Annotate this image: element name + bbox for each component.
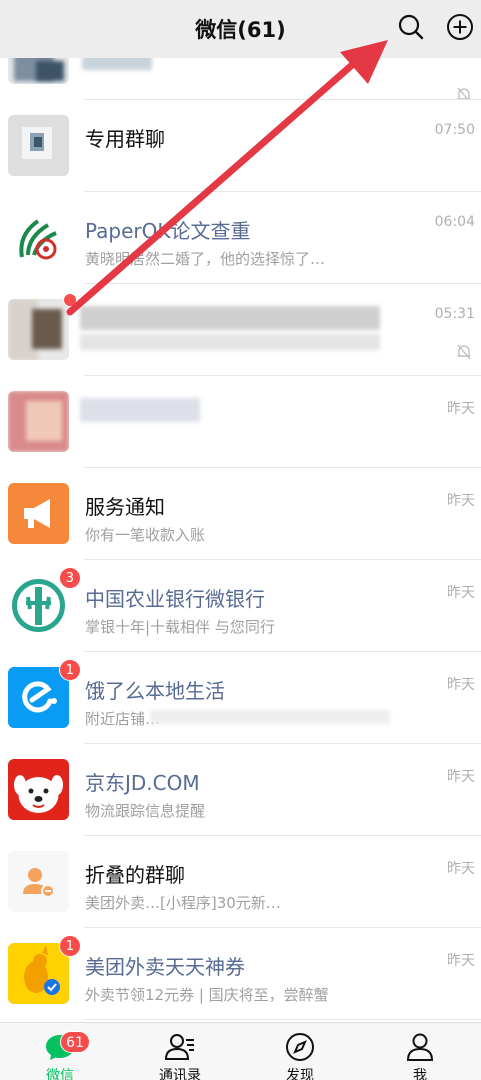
chat-name: 折叠的群聊	[85, 863, 185, 887]
chat-item[interactable]: 05:31	[0, 284, 481, 376]
chat-time: 07:50	[434, 122, 475, 138]
add-button[interactable]	[446, 13, 474, 41]
chat-item[interactable]	[0, 58, 481, 103]
tab-contacts[interactable]: 通讯录	[120, 1023, 240, 1080]
jd-dog-logo	[14, 775, 63, 813]
chat-list[interactable]: 专用群聊 07:50 PaperOK论文查重 黄晓明居然二婚了，他的选择惊了… …	[0, 58, 481, 1022]
chat-item[interactable]: 专用群聊 07:50	[0, 100, 481, 192]
avatar	[8, 58, 69, 84]
chat-preview: 物流跟踪信息提醒	[85, 802, 206, 820]
tab-label: 发现	[286, 1068, 314, 1080]
tab-discover[interactable]: 发现	[240, 1023, 360, 1080]
avatar	[8, 851, 69, 912]
avatar	[8, 207, 69, 268]
megaphone-icon	[24, 499, 50, 528]
chat-item[interactable]: 3 中国农业银行微银行 掌银十年|十载相伴 与您同行 昨天	[0, 560, 481, 652]
tab-label: 通讯录	[159, 1068, 201, 1080]
abc-bank-logo	[12, 579, 65, 632]
chat-preview: 美团外卖…[小程序]30元新…	[85, 894, 281, 912]
chat-name: 中国农业银行微银行	[85, 587, 265, 611]
tab-label: 我	[413, 1068, 427, 1080]
chat-item[interactable]: 折叠的群聊 美团外卖…[小程序]30元新… 昨天	[0, 836, 481, 928]
chat-preview: 外卖节领12元券 | 国庆将至，尝醉蟹	[85, 986, 329, 1004]
chat-item[interactable]: 1 美团外卖天天神券 外卖节领12元券 | 国庆将至，尝醉蟹 昨天	[0, 928, 481, 1020]
chat-name: 专用群聊	[85, 127, 165, 151]
unread-badge: 3	[58, 567, 81, 589]
chat-time: 昨天	[447, 401, 475, 417]
folded-group-icon	[23, 868, 55, 898]
chat-item[interactable]: 1 饿了么本地生活 附近店铺… 昨天	[0, 652, 481, 744]
tab-me[interactable]: 我	[360, 1023, 480, 1080]
paperok-logo	[19, 219, 57, 260]
chat-preview: 黄晓明居然二婚了，他的选择惊了…	[85, 250, 326, 268]
bottom-tab-bar: 61 微信 通讯录 发现 我	[0, 1022, 481, 1080]
chat-time: 昨天	[447, 585, 475, 601]
tab-label: 微信	[46, 1068, 74, 1080]
chat-item[interactable]: 昨天	[0, 376, 481, 468]
avatar	[8, 115, 69, 176]
chat-time: 05:31	[434, 306, 475, 322]
top-bar: 微信(61)	[0, 0, 481, 58]
unread-badge: 1	[58, 659, 81, 681]
chat-name: 京东JD.COM	[85, 771, 200, 795]
avatar: 1	[8, 935, 81, 1004]
eleme-logo	[22, 681, 57, 713]
unread-dot	[63, 293, 77, 307]
chat-item[interactable]: PaperOK论文查重 黄晓明居然二婚了，他的选择惊了… 06:04	[0, 192, 481, 284]
avatar	[8, 483, 69, 544]
avatar	[8, 759, 69, 820]
avatar	[8, 293, 77, 360]
meituan-kangaroo-logo	[24, 945, 60, 995]
compass-icon	[286, 1033, 314, 1061]
chat-name: PaperOK论文查重	[85, 219, 251, 243]
chat-name: 饿了么本地生活	[85, 679, 225, 703]
chat-item[interactable]: 服务通知 你有一笔收款入账 昨天	[0, 468, 481, 560]
chat-time: 昨天	[447, 677, 475, 693]
group-avatar	[8, 115, 69, 176]
search-button[interactable]	[397, 13, 425, 41]
avatar: 1	[8, 659, 81, 728]
mute-bell-icon	[457, 344, 471, 360]
plus-circle-icon	[447, 14, 473, 40]
chat-item[interactable]: 京东JD.COM 物流跟踪信息提醒 昨天	[0, 744, 481, 836]
contacts-icon	[164, 1034, 194, 1060]
search-icon	[398, 14, 424, 40]
chat-name: 美团外卖天天神券	[85, 955, 245, 979]
chat-preview: 掌银十年|十载相伴 与您同行	[85, 618, 275, 636]
tab-unread-badge: 61	[60, 1031, 90, 1053]
avatar	[8, 391, 69, 452]
chat-preview: 附近店铺…	[85, 710, 161, 728]
avatar: 3	[8, 567, 81, 636]
chat-time: 昨天	[447, 861, 475, 877]
person-icon	[406, 1033, 434, 1061]
tab-chats[interactable]: 61 微信	[0, 1023, 120, 1080]
chat-preview: 你有一笔收款入账	[85, 526, 206, 544]
chat-name: 服务通知	[85, 495, 165, 519]
unread-badge: 1	[58, 935, 81, 957]
chat-time: 昨天	[447, 769, 475, 785]
chat-time: 昨天	[447, 953, 475, 969]
chat-time: 06:04	[434, 214, 475, 230]
chat-time: 昨天	[447, 493, 475, 509]
